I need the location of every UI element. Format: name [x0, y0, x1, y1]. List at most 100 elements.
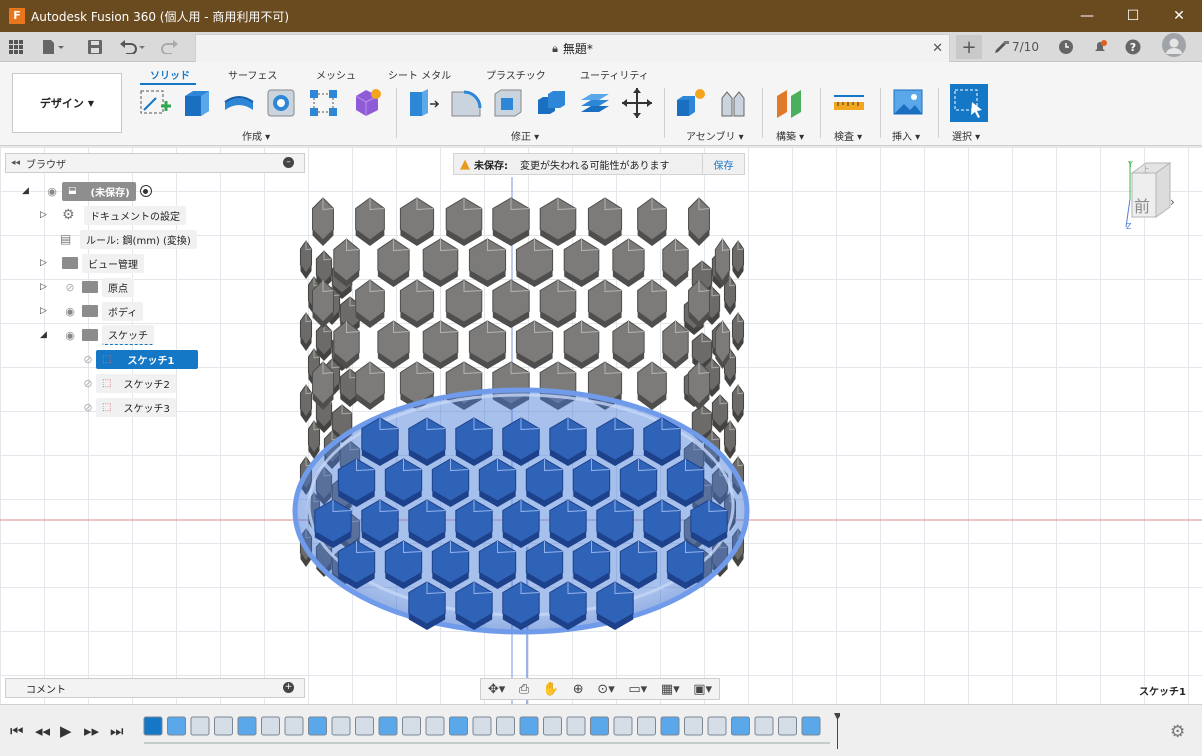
- revolve-icon[interactable]: [222, 86, 256, 120]
- move-icon[interactable]: [620, 86, 654, 120]
- tree-item-sketch1[interactable]: ⊘ ⬚ スケッチ1: [80, 349, 199, 369]
- timeline-feature-icon[interactable]: [613, 716, 633, 736]
- close-window-button[interactable]: ✕: [1156, 0, 1202, 32]
- collapsed-triangle-icon[interactable]: ▷: [40, 282, 50, 292]
- save-icon[interactable]: [88, 37, 102, 57]
- viewports-icon[interactable]: ▣▾: [693, 682, 712, 697]
- help-icon[interactable]: ?: [1125, 37, 1141, 57]
- timeline-feature-icon[interactable]: [496, 716, 515, 736]
- timeline-feature-icon[interactable]: [449, 716, 468, 736]
- timeline-feature-icon[interactable]: [284, 716, 304, 736]
- timeline-step-forward-icon[interactable]: ▸▸: [84, 722, 99, 740]
- tree-item-bodies[interactable]: ▷ ◉ ボディ: [40, 301, 144, 321]
- minimize-button[interactable]: —: [1064, 0, 1110, 32]
- timeline-feature-icon[interactable]: [378, 716, 398, 736]
- timeline-play-icon[interactable]: ▶: [60, 722, 72, 740]
- timeline-start-icon[interactable]: ⏮: [10, 722, 24, 740]
- modify-group-label[interactable]: 修正 ▾: [511, 128, 539, 143]
- expanded-triangle-icon[interactable]: ◢: [22, 186, 32, 196]
- view-cube[interactable]: Y Z 上 前 ›: [1122, 159, 1182, 231]
- tab-utility[interactable]: ユーティリティ: [580, 67, 649, 82]
- timeline-feature-icon[interactable]: [190, 716, 210, 736]
- tree-item-document-settings[interactable]: ▷ ⚙ ドキュメントの設定: [40, 205, 186, 225]
- joint-icon[interactable]: [716, 86, 750, 120]
- tree-item-sketch3[interactable]: ⊘ ⬚ スケッチ3: [80, 397, 176, 417]
- insert-image-icon[interactable]: [892, 86, 926, 120]
- shell-icon[interactable]: [491, 86, 525, 120]
- hole-icon[interactable]: [265, 86, 299, 120]
- timeline-feature-icon[interactable]: [731, 716, 750, 736]
- clock-icon[interactable]: [1058, 37, 1074, 57]
- grid-settings-icon[interactable]: ▦▾: [661, 682, 680, 697]
- timeline-feature-icon[interactable]: [684, 716, 703, 736]
- tree-item-sketches[interactable]: ◢ ◉ スケッチ: [40, 325, 154, 345]
- sketch1-label[interactable]: ⬚ スケッチ1: [96, 349, 199, 369]
- root-component[interactable]: ⬓ (未保存): [62, 181, 136, 201]
- select-icon[interactable]: [950, 84, 988, 122]
- offset-plane-icon[interactable]: [774, 86, 808, 120]
- timeline-feature-icon[interactable]: [308, 716, 327, 736]
- collapsed-triangle-icon[interactable]: ▷: [40, 210, 50, 220]
- timeline-feature-icon[interactable]: [637, 716, 656, 736]
- tab-surface[interactable]: サーフェス: [228, 67, 277, 82]
- inspect-group-label[interactable]: 検査 ▾: [834, 128, 862, 143]
- maximize-button[interactable]: ☐: [1110, 0, 1156, 32]
- timeline-feature-icon[interactable]: [167, 716, 186, 736]
- tree-item-origin[interactable]: ▷ ⊘ 原点: [40, 277, 134, 297]
- timeline-feature-icon[interactable]: [801, 716, 821, 736]
- timeline-step-back-icon[interactable]: ◂◂: [35, 722, 50, 740]
- eye-hidden-icon[interactable]: ⊘: [80, 353, 96, 366]
- timeline-feature-icon[interactable]: [355, 716, 374, 736]
- orbit-icon[interactable]: ✥▾: [488, 682, 505, 697]
- timeline-feature-icon[interactable]: [566, 716, 586, 736]
- fillet-icon[interactable]: [449, 86, 483, 120]
- timeline-feature-icon[interactable]: [237, 716, 257, 736]
- press-pull-icon[interactable]: [406, 86, 440, 120]
- pan-hand-icon[interactable]: ✋: [543, 682, 559, 697]
- tab-sheet-metal[interactable]: シート メタル: [388, 67, 451, 82]
- offset-face-icon[interactable]: [578, 86, 612, 120]
- eye-hidden-icon[interactable]: ⊘: [80, 377, 96, 390]
- timeline-marker-icon[interactable]: [834, 713, 840, 749]
- timeline-feature-icon[interactable]: [754, 716, 774, 736]
- display-settings-icon[interactable]: ▭▾: [628, 682, 647, 697]
- tab-mesh[interactable]: メッシュ: [316, 67, 356, 82]
- timeline-feature-icon[interactable]: [778, 716, 797, 736]
- timeline-feature-icon[interactable]: [519, 716, 539, 736]
- file-menu-icon[interactable]: [42, 37, 64, 57]
- create-form-icon[interactable]: [350, 86, 384, 120]
- timeline-feature-icon[interactable]: [143, 716, 163, 736]
- collapsed-triangle-icon[interactable]: ▷: [40, 306, 50, 316]
- combine-icon[interactable]: [535, 86, 569, 120]
- timeline-feature-icon[interactable]: [425, 716, 445, 736]
- app-grid-icon[interactable]: [9, 37, 23, 57]
- create-group-label[interactable]: 作成 ▾: [242, 128, 270, 143]
- zoom-icon[interactable]: ⊕: [573, 682, 584, 697]
- timeline-feature-icon[interactable]: [472, 716, 492, 736]
- eye-icon[interactable]: ◉: [44, 185, 60, 198]
- timeline-feature-icon[interactable]: [214, 716, 233, 736]
- look-at-icon[interactable]: ⎙: [519, 682, 529, 697]
- timeline-feature-icon[interactable]: [590, 716, 609, 736]
- select-group-label[interactable]: 選択 ▾: [952, 128, 980, 143]
- extrude-icon[interactable]: [180, 86, 214, 120]
- view-cube-rotate-icon[interactable]: ›: [1170, 195, 1175, 209]
- activate-radio-icon[interactable]: [139, 185, 152, 197]
- save-link[interactable]: 保存: [702, 154, 744, 174]
- eye-hidden-icon[interactable]: ⊘: [62, 281, 78, 294]
- expanded-triangle-icon[interactable]: ◢: [40, 330, 50, 340]
- new-component-icon[interactable]: [674, 86, 708, 120]
- tree-item-sketch2[interactable]: ⊘ ⬚ スケッチ2: [80, 373, 176, 393]
- timeline-feature-icon[interactable]: [331, 716, 351, 736]
- timeline-settings-gear-icon[interactable]: ⚙: [1170, 722, 1185, 742]
- eye-icon[interactable]: ◉: [62, 305, 78, 318]
- timeline-end-icon[interactable]: ⏭: [110, 722, 124, 740]
- redo-icon[interactable]: [158, 37, 184, 57]
- close-tab-icon[interactable]: ✕: [932, 41, 943, 56]
- add-comment-icon[interactable]: +: [283, 682, 294, 693]
- create-sketch-icon[interactable]: [138, 86, 172, 120]
- notification-bell-icon[interactable]: [1092, 37, 1108, 57]
- timeline-features[interactable]: [140, 711, 840, 751]
- construct-group-label[interactable]: 構築 ▾: [776, 128, 804, 143]
- tab-solid[interactable]: ソリッド: [150, 67, 190, 82]
